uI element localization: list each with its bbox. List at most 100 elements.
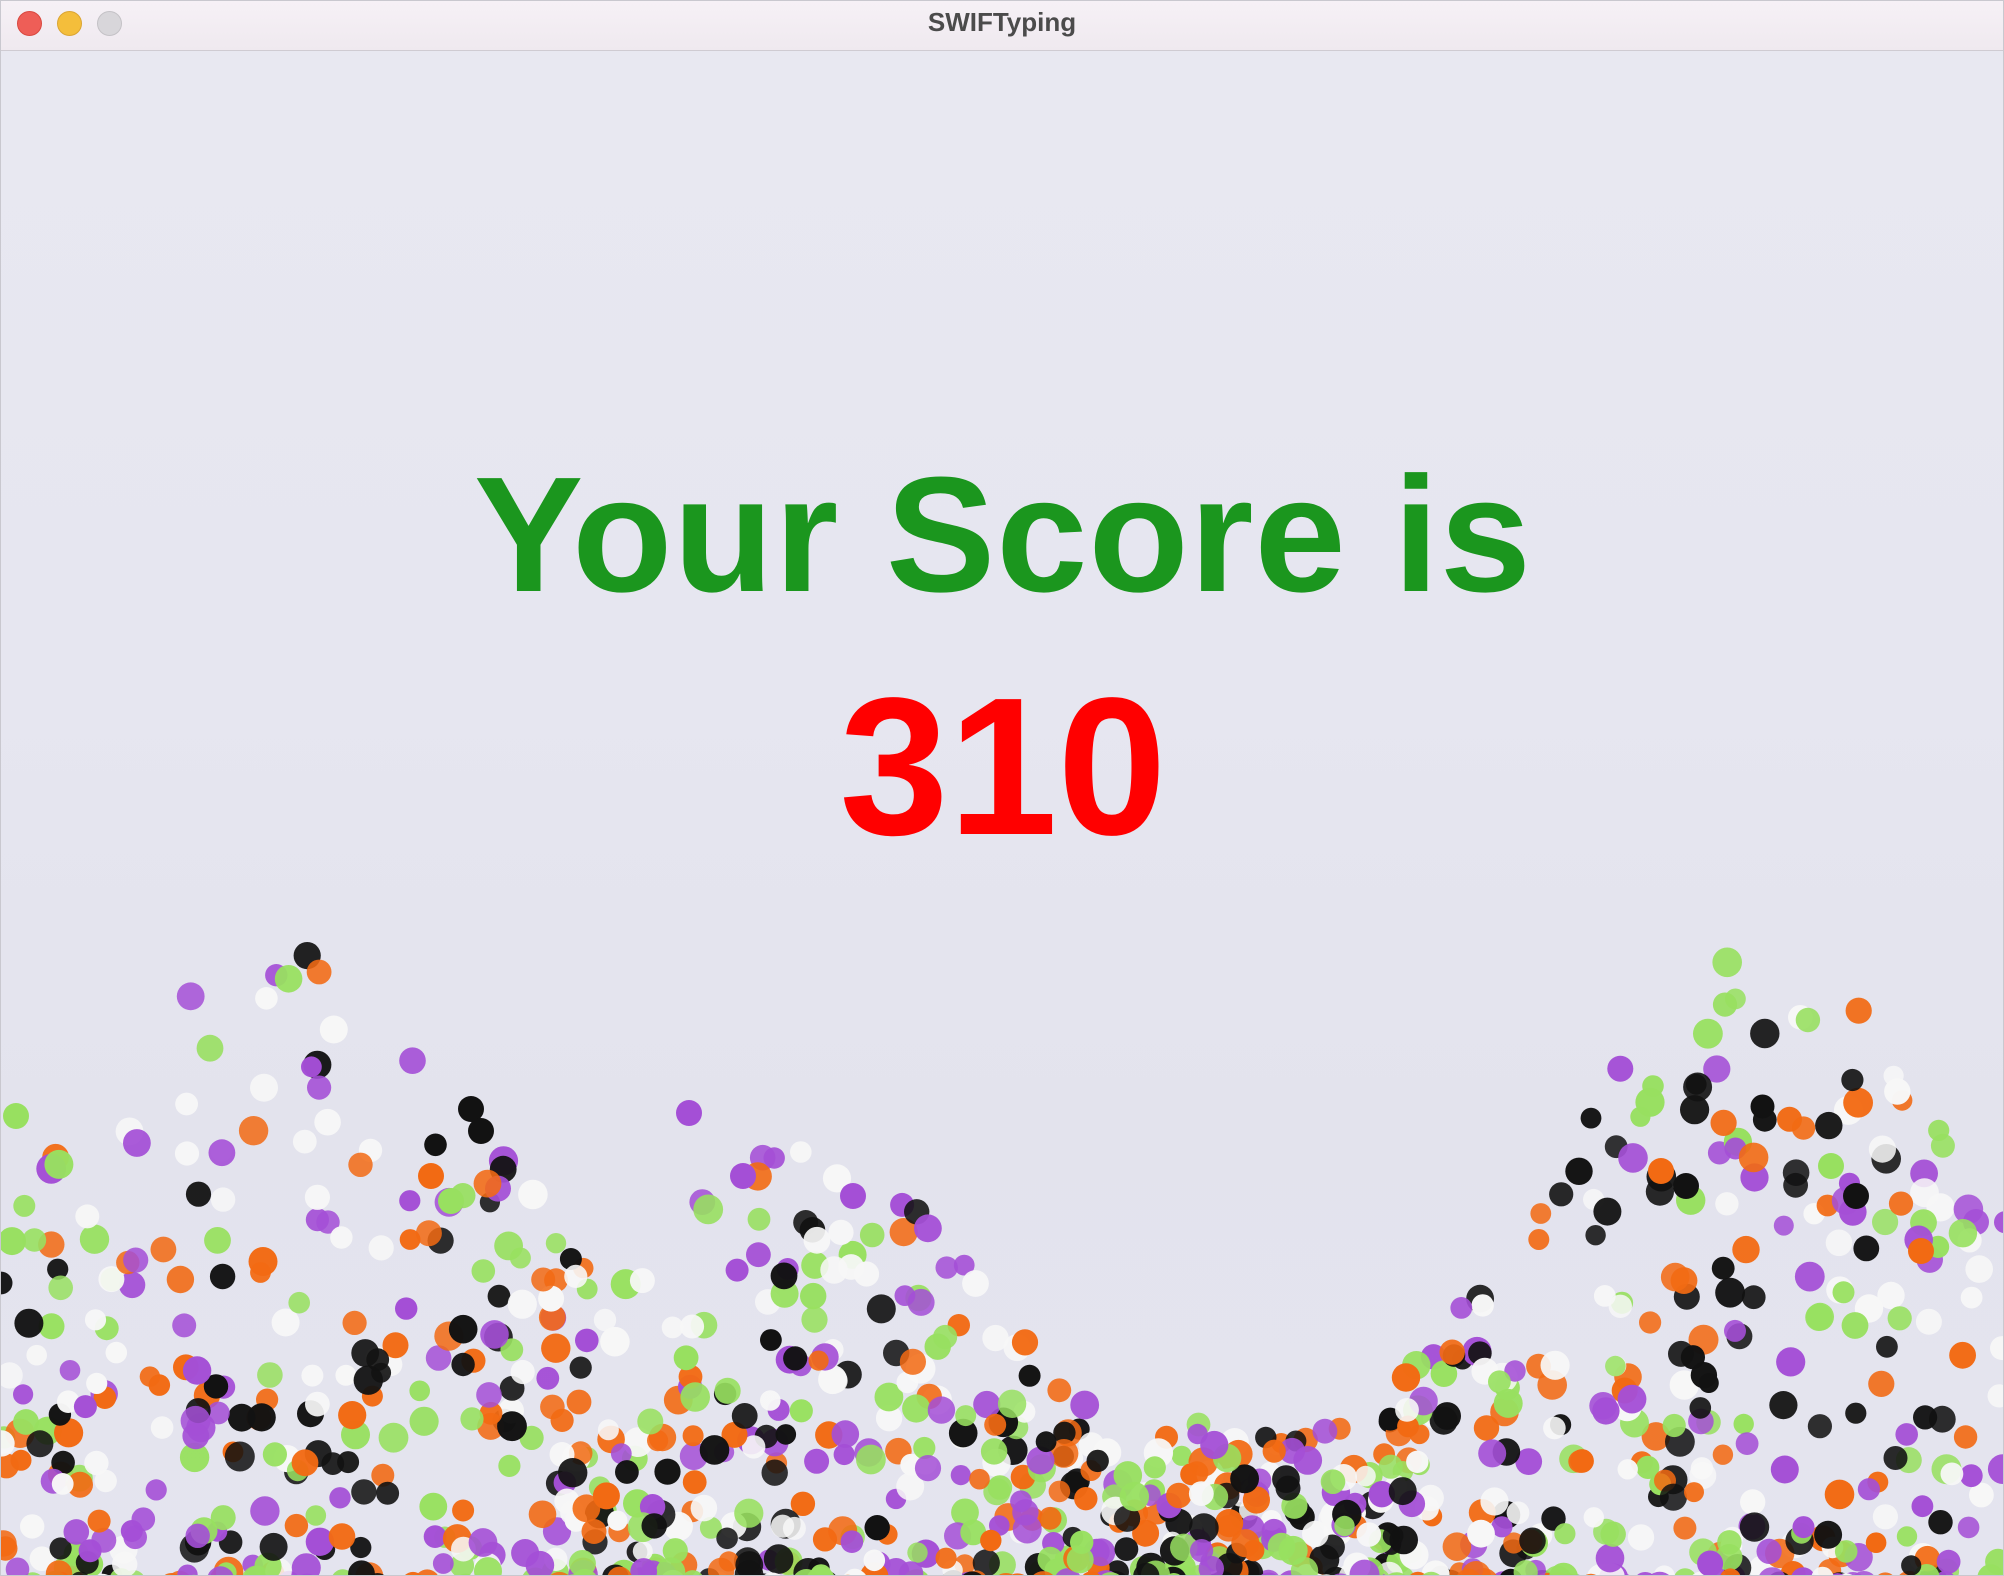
confetti-dot [856,1444,886,1475]
confetti-dot [1355,1465,1376,1487]
confetti-dot [1712,992,1738,1017]
confetti-dot [1659,1483,1687,1511]
confetti-dot [176,982,205,1011]
confetti-dot [600,1326,630,1357]
confetti-dot [866,1294,896,1324]
confetti-dot [172,1313,197,1338]
confetti-dot [204,1227,231,1254]
confetti-dot [510,1359,535,1385]
confetti-dot [353,1365,383,1395]
confetti-dot [1302,1520,1329,1548]
confetti-dot [307,1075,332,1100]
confetti-dot [338,1401,367,1430]
confetti-dot [1815,1111,1843,1140]
confetti-dot [933,1324,958,1350]
confetti-dot [1690,1362,1718,1389]
confetti-dot [1959,1464,1983,1488]
confetti-dot [1845,997,1872,1024]
confetti-dot [250,1073,278,1102]
title-bar[interactable]: SWIFTyping [1,1,2003,51]
confetti-dot [342,1310,367,1335]
confetti-dot [984,1413,1007,1436]
confetti-dot [518,1179,548,1210]
confetti-dot [1473,1415,1500,1441]
confetti-dot [351,1479,377,1505]
confetti-dot [84,1309,107,1331]
confetti-dot [801,1306,828,1333]
app-window: SWIFTyping Your Score is 310 [0,0,2004,1576]
confetti-dot [1770,1455,1799,1484]
confetti-dot [259,1532,288,1561]
confetti-dot [734,1498,764,1528]
confetti-dot [783,1346,808,1371]
confetti-dot [1595,1543,1625,1573]
confetti-dot [1949,1341,1976,1369]
confetti-dot [468,1528,498,1557]
confetti-dot [1689,1397,1712,1419]
confetti-dot [1693,1018,1723,1049]
confetti-dot [1868,1135,1896,1163]
confetti-dot [1648,1158,1674,1184]
confetti-dot [112,1551,138,1575]
confetti-dot [291,1449,319,1477]
confetti-dot [1717,1530,1742,1555]
confetti-dot [747,1207,771,1231]
confetti-dot [1262,1439,1286,1463]
confetti-dot [935,1256,958,1279]
confetti-dot [1627,1524,1655,1551]
confetti-dot [1965,1255,1993,1283]
confetti-dot [1895,1423,1918,1446]
confetti-dot [468,1118,494,1144]
confetti-dot [328,1523,356,1550]
confetti-dot [13,1409,39,1435]
confetti-dot [575,1328,599,1353]
confetti-dot [1756,1538,1782,1564]
confetti-dot [1356,1522,1382,1547]
confetti-dot [789,1399,813,1423]
confetti-dot [1814,1520,1843,1549]
confetti-dot [1908,1238,1934,1264]
confetti-dot [395,1297,418,1320]
confetti-dot [1,1227,26,1256]
confetti-dot [301,1364,324,1387]
confetti-dot [859,1222,885,1248]
confetti-dot [1818,1153,1844,1179]
window-title: SWIFTyping [927,7,1077,37]
confetti-dot [1589,1392,1617,1420]
confetti-dot [480,1320,509,1349]
confetti-dot [460,1407,484,1431]
confetti-dot [1724,1319,1746,1342]
confetti-dot [1684,1482,1704,1503]
confetti-dot [1549,1562,1578,1575]
confetti-dot [1554,1523,1576,1545]
confetti-dot [1994,1211,2003,1234]
confetti-dot [1119,1481,1150,1512]
confetti-dot [545,1233,567,1254]
confetti-dot [1987,1454,2003,1484]
confetti-dot [782,1516,806,1540]
confetti-dot [804,1448,830,1474]
confetti-dot [661,1316,684,1339]
confetti-dot [1887,1306,1912,1331]
confetti-dot [716,1527,738,1550]
confetti-dot [1642,1075,1664,1097]
confetti-dot [1843,1183,1869,1209]
score-value: 310 [839,657,1167,876]
confetti-dot [177,1564,198,1575]
confetti-dot [1673,1516,1697,1540]
confetti-dot [250,1262,271,1283]
confetti-dot [1662,1413,1686,1438]
confetti-dot [452,1499,475,1522]
confetti-dot [210,1187,236,1212]
confetti-dot [831,1420,860,1448]
confetti-dot [182,1356,212,1385]
confetti-dot [1467,1519,1495,1548]
confetti-dot [536,1366,560,1390]
confetti-dot [1735,1432,1759,1455]
confetti-dot [1630,1106,1651,1127]
confetti-dot [1608,1294,1633,1319]
confetti-dot [1987,1384,2003,1408]
confetti-dot [775,1424,797,1445]
confetti-dot [1915,1308,1942,1335]
confetti-dot [78,1539,102,1563]
